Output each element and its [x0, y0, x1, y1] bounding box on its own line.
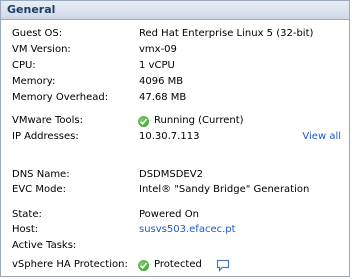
- evc-mode-value: Intel® "Sandy Bridge" Generation: [139, 184, 310, 195]
- ha-protection-label: vSphere HA Protection:: [12, 259, 128, 270]
- state-label: State:: [12, 209, 42, 220]
- ip-addresses-value: 10.30.7.113: [139, 131, 200, 142]
- general-panel: General Guest OS: Red Hat Enterprise Lin…: [0, 0, 350, 277]
- evc-mode-label: EVC Mode:: [12, 184, 66, 195]
- memory-value: 4096 MB: [139, 76, 184, 87]
- memory-overhead-label: Memory Overhead:: [12, 92, 109, 103]
- ip-addresses-label: IP Addresses:: [12, 131, 79, 142]
- dns-name-label: DNS Name:: [12, 169, 70, 180]
- active-tasks-label: Active Tasks:: [12, 240, 77, 251]
- panel-header[interactable]: General: [1, 1, 349, 20]
- view-all-link[interactable]: View all: [302, 131, 341, 142]
- dns-name-value: DSDMSDEV2: [139, 169, 203, 180]
- state-value: Powered On: [139, 209, 199, 220]
- speech-bubble-icon[interactable]: [216, 257, 230, 273]
- memory-overhead-value: 47.68 MB: [139, 92, 187, 103]
- cpu-label: CPU:: [12, 60, 36, 71]
- ha-protection-value: Protected: [154, 259, 202, 270]
- green-check-icon: [138, 260, 149, 271]
- panel-title: General: [7, 3, 56, 16]
- cpu-value: 1 vCPU: [139, 60, 175, 71]
- vm-version-value: vmx-09: [139, 44, 177, 55]
- vmware-tools-value: Running (Current): [154, 115, 244, 126]
- vmware-tools-label: VMware Tools:: [12, 115, 84, 126]
- guest-os-value: Red Hat Enterprise Linux 5 (32-bit): [139, 28, 314, 39]
- green-check-icon: [138, 116, 149, 127]
- guest-os-label: Guest OS:: [12, 28, 63, 39]
- host-link[interactable]: susvs503.efacec.pt: [139, 224, 236, 235]
- host-label: Host:: [12, 224, 39, 235]
- memory-label: Memory:: [12, 76, 56, 87]
- vm-version-label: VM Version:: [12, 44, 71, 55]
